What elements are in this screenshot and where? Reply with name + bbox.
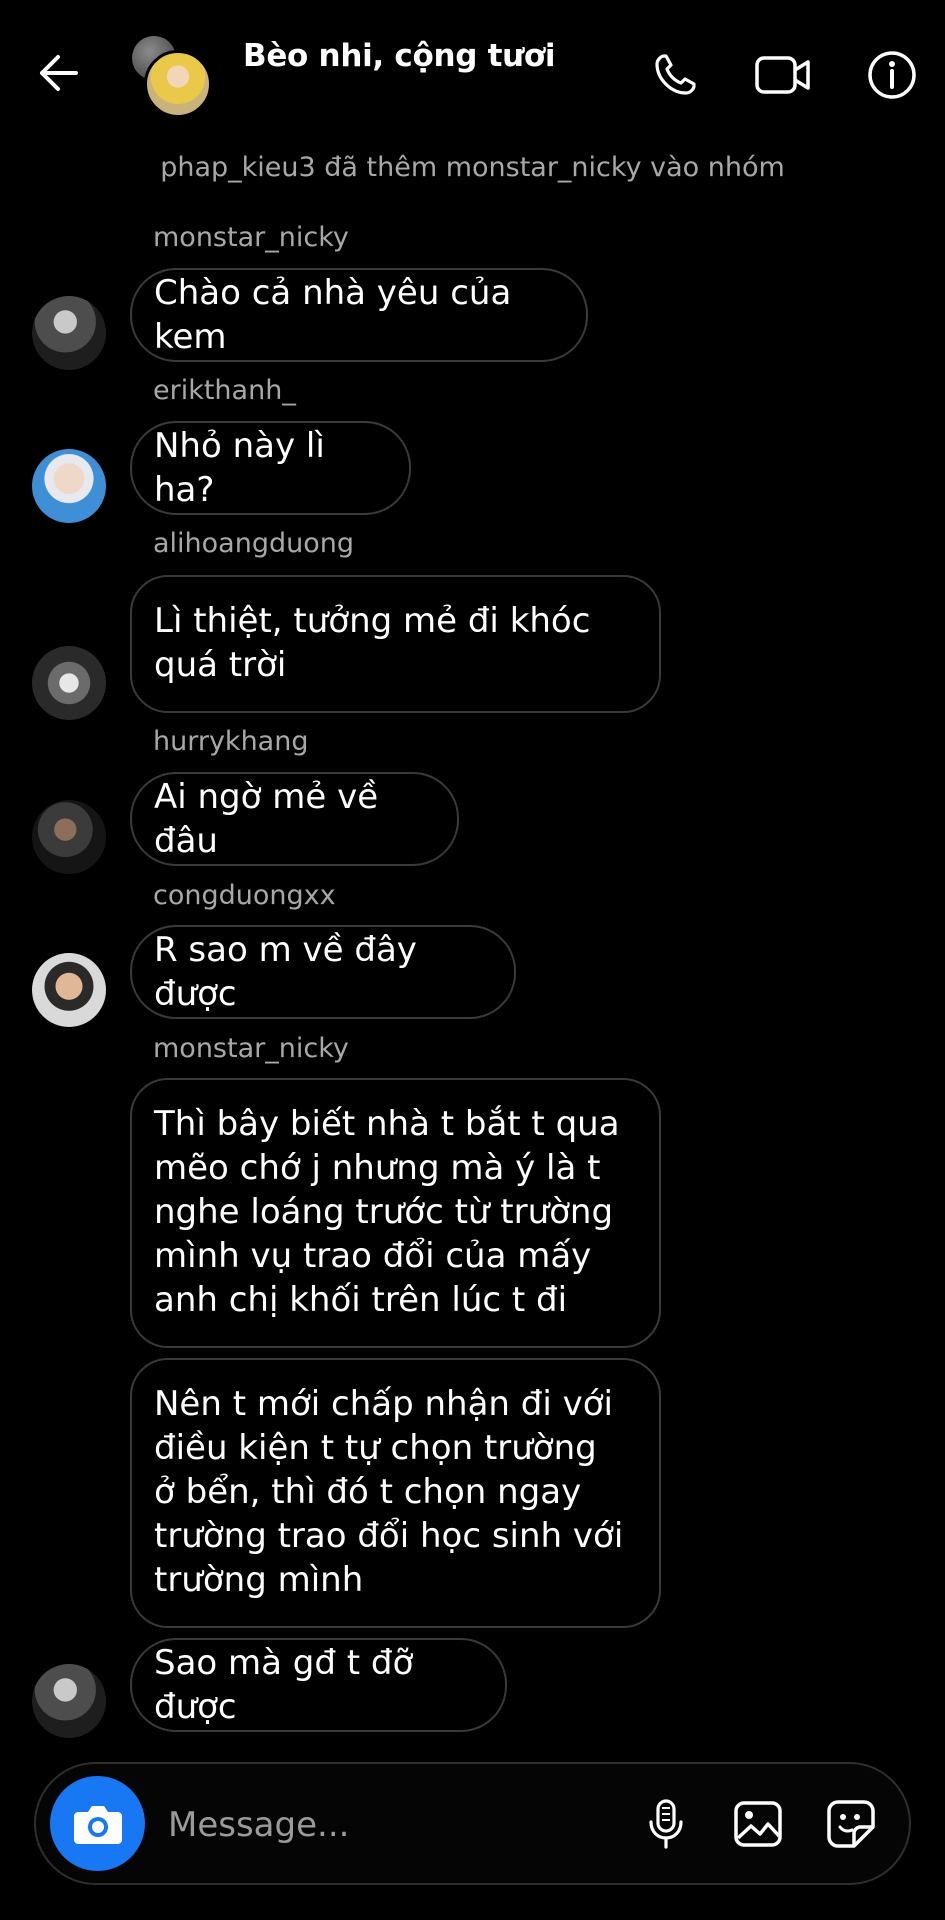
message-text: Nên t mới chấp nhận đi với điều kiện t t… [154,1384,624,1600]
sender-name: hurrykhang [153,726,309,757]
chat-header: Bèo nhi, cộng tươi [0,0,945,150]
member-avatar-front [144,50,212,118]
chat-title[interactable]: Bèo nhi, cộng tươi [243,38,556,74]
message-composer [34,1762,911,1885]
message-input[interactable] [166,1794,650,1856]
message-text: Ai ngờ mẻ về đâu [154,777,379,861]
group-avatar[interactable] [130,36,212,118]
message-text: Chào cả nhà yêu của kem [154,273,512,357]
sender-name: monstar_nicky [153,1033,349,1064]
sticker-icon[interactable] [821,1794,881,1854]
message-bubble[interactable]: Lì thiệt, tưởng mẻ đi khóc quá trời [130,575,661,713]
message-text: Lì thiệt, tưởng mẻ đi khóc quá trời [154,601,591,685]
avatar[interactable] [32,449,106,523]
message-bubble[interactable]: Nên t mới chấp nhận đi với điều kiện t t… [130,1358,661,1628]
message-text: Nhỏ này lì ha? [154,426,325,510]
avatar[interactable] [32,296,106,370]
message-text: R sao m về đây được [154,930,417,1014]
microphone-icon[interactable] [636,1794,696,1854]
message-bubble[interactable]: Sao mà gđ t đỡ được [130,1638,507,1732]
sender-name: monstar_nicky [153,222,349,253]
gallery-icon[interactable] [728,1794,788,1854]
message-bubble[interactable]: Chào cả nhà yêu của kem [130,268,588,362]
message-bubble[interactable]: Thì bây biết nhà t bắt t qua mẽo chớ j n… [130,1078,661,1348]
camera-button[interactable] [50,1776,145,1871]
avatar[interactable] [32,953,106,1027]
sender-name: erikthanh_ [153,375,296,406]
sender-name: alihoangduong [153,528,354,559]
system-message: phap_kieu3 đã thêm monstar_nicky vào nhó… [160,152,785,183]
message-bubble[interactable]: Ai ngờ mẻ về đâu [130,772,459,866]
camera-icon [73,1805,122,1844]
avatar[interactable] [32,646,106,720]
message-text: Thì bây biết nhà t bắt t qua mẽo chớ j n… [154,1104,620,1320]
video-camera-icon[interactable] [753,45,813,105]
avatar[interactable] [32,800,106,874]
message-bubble[interactable]: R sao m về đây được [130,925,516,1019]
info-icon[interactable] [862,45,922,105]
back-arrow-icon[interactable] [30,45,86,101]
message-text: Sao mà gđ t đỡ được [154,1643,414,1727]
avatar[interactable] [32,1664,106,1738]
message-bubble[interactable]: Nhỏ này lì ha? [130,421,411,515]
phone-icon[interactable] [645,45,705,105]
sender-name: congduongxx [153,880,336,911]
